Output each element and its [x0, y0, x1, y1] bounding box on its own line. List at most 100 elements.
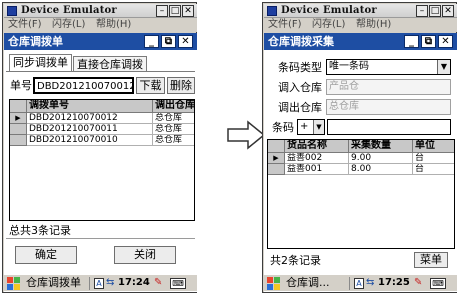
app-close-button[interactable]: ✕ [438, 35, 453, 48]
barcode-input[interactable] [327, 119, 451, 135]
grid-header-name[interactable]: 货品名称 [285, 140, 349, 153]
emulator-minimize-button[interactable]: – [416, 5, 428, 17]
record-count-text: 共2条记录 [270, 254, 321, 267]
taskbar-app-button[interactable]: 仓库调... [286, 275, 330, 291]
left-emulator-window: Device Emulator – □ ✕ 文件(F) 闪存(L) 帮助(H) … [2, 2, 197, 293]
table-row-order-cell[interactable]: DBD201210070012 [27, 113, 153, 124]
tab-sync-transfer[interactable]: 同步调拨单 [9, 54, 72, 71]
device-emulator-icon [7, 6, 17, 16]
transition-arrow [226, 120, 266, 150]
handwriting-icon[interactable]: ✎ [154, 278, 164, 289]
grid-header-unit[interactable]: 单位 [413, 140, 454, 153]
grid-header-quantity[interactable]: 采集数量 [349, 140, 413, 153]
windows-start-icon[interactable] [267, 277, 281, 290]
transfer-order-grid[interactable]: 调拨单号 调出仓库 ▶ DBD201210070012 总仓库 DBD20121… [9, 99, 195, 221]
left-emulator-menubar: 文件(F) 闪存(L) 帮助(H) [4, 18, 197, 32]
input-method-icon[interactable]: A [94, 278, 104, 289]
in-warehouse-label: 调入仓库 [278, 81, 322, 94]
emulator-maximize-button[interactable]: □ [429, 5, 441, 17]
row-indicator-icon: ▶ [268, 153, 285, 164]
table-row-name-cell[interactable]: 益善001 [285, 164, 349, 175]
confirm-button[interactable]: 确定 [15, 246, 77, 264]
menu-flash[interactable]: 闪存(L) [52, 18, 85, 32]
tab-panel-border [6, 71, 195, 72]
app-minimize-button[interactable]: _ [404, 35, 419, 48]
table-row-unit-cell[interactable]: 台 [413, 164, 454, 175]
table-row-order-cell[interactable]: DBD201210070010 [27, 135, 153, 146]
collected-items-grid[interactable]: 货品名称 采集数量 单位 ▶ 益善002 9.00 台 益善001 8.00 台 [267, 139, 455, 249]
emulator-title: Device Emulator [21, 5, 117, 16]
table-row-warehouse-cell[interactable]: 总仓库 [153, 113, 194, 124]
app-close-button[interactable]: ✕ [178, 35, 193, 48]
menu-file[interactable]: 文件(F) [8, 18, 42, 32]
barcode-type-value: 唯一条码 [329, 61, 369, 72]
download-button[interactable]: 下载 [136, 77, 165, 94]
order-number-input[interactable]: DBD201210070012 [33, 77, 134, 94]
handwriting-icon[interactable]: ✎ [414, 278, 424, 289]
table-row-order-cell[interactable]: DBD201210070011 [27, 124, 153, 135]
menu-help[interactable]: 帮助(H) [96, 18, 131, 32]
table-row-warehouse-cell[interactable]: 总仓库 [153, 135, 194, 146]
taskbar-separator [89, 277, 90, 290]
grid-corner [10, 100, 27, 113]
taskbar-app-button[interactable]: 仓库调拨单 [26, 275, 81, 291]
grid-header-warehouse[interactable]: 调出仓库 [153, 100, 194, 113]
emulator-close-button[interactable]: ✕ [442, 5, 454, 17]
grid-header-order[interactable]: 调拨单号 [27, 100, 153, 113]
record-count-text: 总共3条记录 [9, 224, 71, 237]
emulator-maximize-button[interactable]: □ [169, 5, 181, 17]
right-device-screen: 仓库调拨采集 _ ⧉ ✕ 条码类型 唯一条码 ▼ 调入仓库 产品仓 调出仓库 总… [264, 33, 457, 292]
keyboard-icon[interactable]: ⌨ [430, 278, 446, 289]
delete-button[interactable]: 删除 [167, 77, 195, 94]
in-warehouse-field: 产品仓 [326, 79, 451, 95]
table-row-qty-cell[interactable]: 8.00 [349, 164, 413, 175]
out-warehouse-label: 调出仓库 [278, 101, 322, 114]
table-row-name-cell[interactable]: 益善002 [285, 153, 349, 164]
tab-direct-transfer[interactable]: 直接仓库调拨 [73, 56, 147, 71]
barcode-sign-select[interactable]: + ▼ [297, 119, 325, 135]
row-header [268, 164, 285, 175]
device-emulator-icon [267, 6, 277, 16]
close-button[interactable]: 关闭 [114, 246, 176, 264]
barcode-label: 条码 [272, 121, 294, 134]
app-restore-button[interactable]: ⧉ [161, 35, 176, 48]
menu-file[interactable]: 文件(F) [268, 18, 302, 32]
chevron-down-icon[interactable]: ▼ [313, 120, 324, 134]
app-title: 仓库调拨单 [8, 35, 63, 48]
app-title-bar: 仓库调拨采集 _ ⧉ ✕ [264, 33, 457, 50]
input-method-icon[interactable]: A [354, 278, 364, 289]
out-warehouse-field: 总仓库 [326, 99, 451, 115]
chevron-down-icon[interactable]: ▼ [437, 60, 450, 74]
clock-time[interactable]: 17:25 [378, 275, 410, 291]
right-emulator-window: Device Emulator – □ ✕ 文件(F) 闪存(L) 帮助(H) … [262, 2, 457, 293]
right-emulator-menubar: 文件(F) 闪存(L) 帮助(H) [264, 18, 457, 32]
app-title-bar: 仓库调拨单 _ ⧉ ✕ [4, 33, 197, 50]
clock-time[interactable]: 17:24 [118, 275, 150, 291]
grid-corner [268, 140, 285, 153]
keyboard-icon[interactable]: ⌨ [170, 278, 186, 289]
barcode-type-select[interactable]: 唯一条码 ▼ [326, 59, 451, 75]
menu-help[interactable]: 帮助(H) [356, 18, 391, 32]
windows-start-icon[interactable] [7, 277, 21, 290]
menu-button[interactable]: 菜单 [414, 252, 448, 268]
app-restore-button[interactable]: ⧉ [421, 35, 436, 48]
table-row-warehouse-cell[interactable]: 总仓库 [153, 124, 194, 135]
footer-divider [6, 238, 195, 239]
taskbar: 仓库调拨单 A ⇆ 17:24 ✎ ⌨ [4, 274, 197, 291]
connectivity-icon[interactable]: ⇆ [106, 278, 116, 289]
left-device-screen: 仓库调拨单 _ ⧉ ✕ 同步调拨单 直接仓库调拨 单号 DBD201210070… [4, 33, 197, 292]
app-title: 仓库调拨采集 [268, 35, 334, 48]
connectivity-icon[interactable]: ⇆ [366, 278, 376, 289]
table-row-unit-cell[interactable]: 台 [413, 153, 454, 164]
taskbar-separator [349, 277, 350, 290]
right-arrow-icon [227, 120, 266, 150]
row-header [10, 124, 27, 135]
app-minimize-button[interactable]: _ [144, 35, 159, 48]
emulator-close-button[interactable]: ✕ [182, 5, 194, 17]
menu-flash[interactable]: 闪存(L) [312, 18, 345, 32]
row-header [10, 135, 27, 146]
emulator-title: Device Emulator [281, 5, 377, 16]
barcode-sign-value: + [300, 121, 309, 132]
table-row-qty-cell[interactable]: 9.00 [349, 153, 413, 164]
emulator-minimize-button[interactable]: – [156, 5, 168, 17]
